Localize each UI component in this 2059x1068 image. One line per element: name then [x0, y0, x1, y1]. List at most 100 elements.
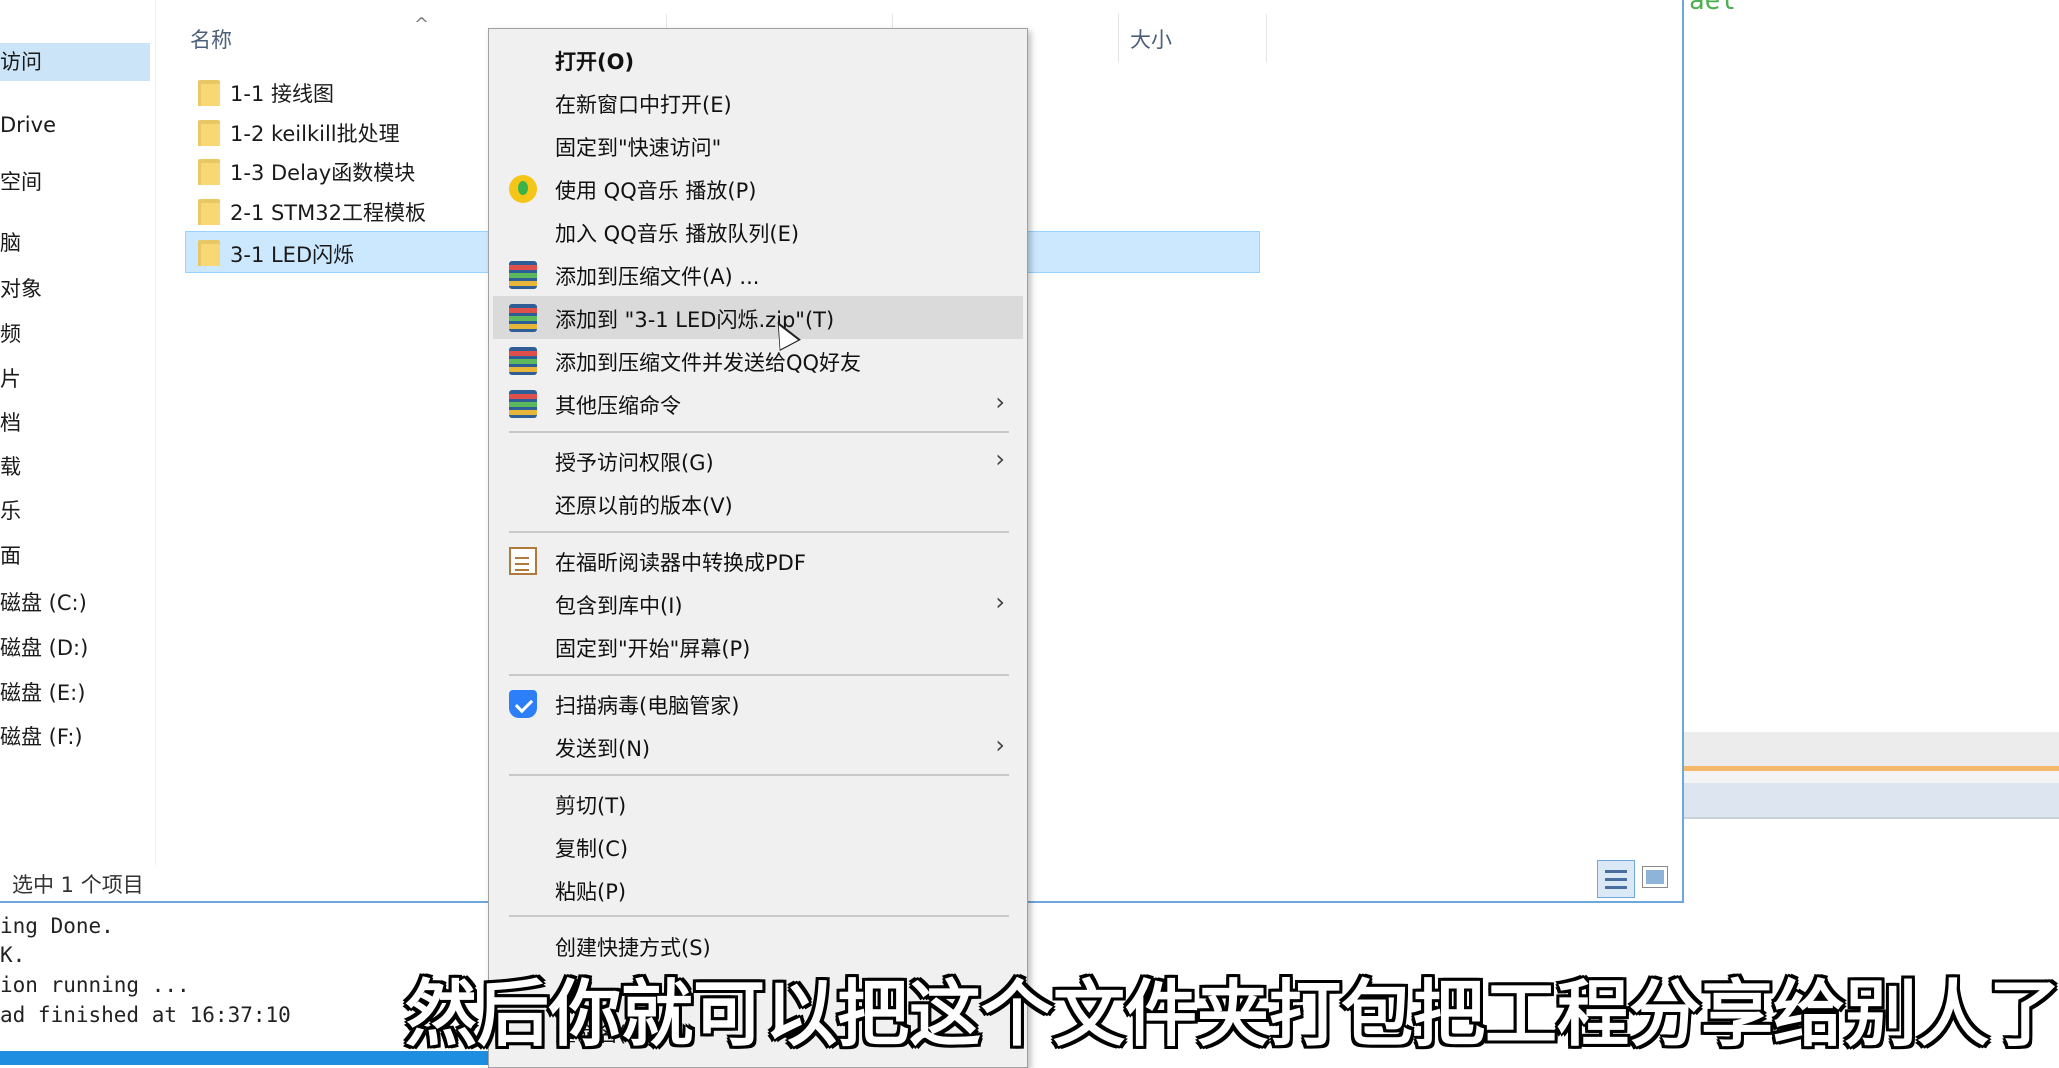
- nav-item-label: 档: [0, 411, 21, 435]
- menu-item-label: 在福昕阅读器中转换成PDF: [555, 551, 806, 575]
- menu-item-label: 加入 QQ音乐 播放队列(E): [555, 222, 800, 246]
- nav-item-quick-access[interactable]: 访问: [0, 43, 150, 81]
- nav-item-label: Drive: [0, 113, 56, 137]
- nav-item-drive-e[interactable]: 磁盘 (E:): [0, 674, 150, 712]
- column-separator[interactable]: [1266, 14, 1267, 62]
- chevron-right-icon: ›: [995, 588, 1005, 616]
- menu-item-send-to[interactable]: 发送到(N) ›: [493, 725, 1023, 768]
- context-menu: 打开(O) 在新窗口中打开(E) 固定到"快速访问" 使用 QQ音乐 播放(P)…: [488, 28, 1028, 1068]
- menu-item-label: 复制(C): [555, 837, 629, 861]
- file-name: 1-3 Delay函数模块: [230, 161, 416, 185]
- menu-item-archive-send-qq[interactable]: 添加到压缩文件并发送给QQ好友: [493, 339, 1023, 382]
- console-line: ing Done.: [0, 914, 114, 938]
- menu-item-give-access[interactable]: 授予访问权限(G) ›: [493, 439, 1023, 482]
- editor-panel-band-2: [1683, 771, 2059, 783]
- menu-item-scan-virus[interactable]: 扫描病毒(电脑管家): [493, 682, 1023, 725]
- winrar-icon: [509, 390, 537, 418]
- menu-item-label: 扫描病毒(电脑管家): [555, 694, 740, 718]
- file-name: 3-1 LED闪烁: [230, 243, 355, 267]
- nav-item-label: 磁盘 (F:): [0, 725, 83, 749]
- menu-item-cut[interactable]: 剪切(T): [493, 782, 1023, 825]
- nav-item-label: 磁盘 (E:): [0, 681, 86, 705]
- folder-icon: [198, 199, 220, 225]
- menu-item-pin-quick-access[interactable]: 固定到"快速访问": [493, 124, 1023, 167]
- menu-item-add-to-zip[interactable]: 添加到 "3-1 LED闪烁.zip"(T): [493, 296, 1023, 339]
- column-header-size[interactable]: 大小: [1130, 24, 1172, 54]
- nav-item-videos[interactable]: 频: [0, 315, 150, 353]
- menu-item-pin-start[interactable]: 固定到"开始"屏幕(P): [493, 625, 1023, 668]
- menu-separator: [509, 531, 1009, 533]
- menu-item-convert-pdf[interactable]: 在福昕阅读器中转换成PDF: [493, 539, 1023, 582]
- sort-ascending-icon: ^: [414, 14, 430, 35]
- nav-item-label: 载: [0, 455, 21, 479]
- nav-item-space[interactable]: 空间: [0, 163, 150, 201]
- nav-item-documents[interactable]: 档: [0, 404, 150, 442]
- nav-item-onedrive[interactable]: Drive: [0, 106, 150, 144]
- code-fragment: ael: [1689, 0, 1736, 16]
- menu-separator: [509, 915, 1009, 917]
- menu-item-label: 粘贴(P): [555, 880, 627, 904]
- menu-item-open[interactable]: 打开(O): [493, 38, 1023, 81]
- menu-item-label: 剪切(T): [555, 794, 627, 818]
- nav-item-pictures[interactable]: 片: [0, 360, 150, 398]
- menu-item-other-compress-commands[interactable]: 其他压缩命令 ›: [493, 382, 1023, 425]
- menu-separator: [509, 431, 1009, 433]
- file-name: 1-2 keilkill批处理: [230, 122, 400, 146]
- menu-item-label: 发送到(N): [555, 737, 651, 761]
- nav-item-this-pc[interactable]: 脑: [0, 224, 150, 262]
- folder-icon: [198, 240, 220, 266]
- menu-item-include-in-library[interactable]: 包含到库中(I) ›: [493, 582, 1023, 625]
- column-separator[interactable]: [1118, 14, 1119, 62]
- menu-item-restore-versions[interactable]: 还原以前的版本(V): [493, 482, 1023, 525]
- details-view-button[interactable]: [1597, 860, 1635, 898]
- menu-item-qq-music-play[interactable]: 使用 QQ音乐 播放(P): [493, 167, 1023, 210]
- foxit-pdf-icon: [509, 547, 537, 575]
- console-line: ad finished at 16:37:10: [0, 1003, 291, 1027]
- console-line: K.: [0, 943, 26, 967]
- winrar-icon: [509, 347, 537, 375]
- menu-item-label: 固定到"开始"屏幕(P): [555, 637, 751, 661]
- chevron-right-icon: ›: [995, 731, 1005, 759]
- nav-item-desktop[interactable]: 面: [0, 537, 150, 575]
- nav-item-label: 频: [0, 322, 21, 346]
- winrar-icon: [509, 261, 537, 289]
- menu-item-label: 在新窗口中打开(E): [555, 93, 732, 117]
- nav-item-label: 脑: [0, 231, 21, 255]
- nav-item-music[interactable]: 乐: [0, 492, 150, 530]
- folder-icon: [198, 159, 220, 185]
- menu-item-label: 添加到压缩文件(A) ...: [555, 265, 760, 289]
- nav-item-drive-d[interactable]: 磁盘 (D:): [0, 629, 150, 667]
- video-subtitle: 然后你就可以把这个文件夹打包把工程分享给别人了: [405, 972, 2059, 1056]
- menu-item-qq-music-queue[interactable]: 加入 QQ音乐 播放队列(E): [493, 210, 1023, 253]
- menu-item-label: 添加到压缩文件并发送给QQ好友: [555, 351, 862, 375]
- menu-item-open-new-window[interactable]: 在新窗口中打开(E): [493, 81, 1023, 124]
- nav-item-label: 磁盘 (D:): [0, 636, 89, 660]
- column-header-name[interactable]: 名称: [190, 24, 232, 54]
- nav-item-label: 磁盘 (C:): [0, 591, 87, 615]
- nav-item-drive-f[interactable]: 磁盘 (F:): [0, 718, 150, 756]
- menu-item-add-to-archive[interactable]: 添加到压缩文件(A) ...: [493, 253, 1023, 296]
- nav-item-downloads[interactable]: 载: [0, 448, 150, 486]
- editor-divider: [1683, 817, 2059, 819]
- nav-item-label: 乐: [0, 499, 21, 523]
- nav-item-label: 片: [0, 367, 21, 391]
- large-icons-view-button[interactable]: [1642, 866, 1668, 888]
- menu-separator: [509, 674, 1009, 676]
- winrar-icon: [509, 304, 537, 332]
- menu-item-label: 使用 QQ音乐 播放(P): [555, 179, 757, 203]
- menu-item-label: 包含到库中(I): [555, 594, 683, 618]
- chevron-right-icon: ›: [995, 445, 1005, 473]
- nav-item-3d-objects[interactable]: 对象: [0, 270, 150, 308]
- console-line: ion running ...: [0, 973, 190, 997]
- shield-icon: [509, 690, 537, 718]
- menu-item-label: 其他压缩命令: [555, 394, 681, 418]
- menu-item-label: 固定到"快速访问": [555, 136, 722, 160]
- menu-item-paste[interactable]: 粘贴(P): [493, 868, 1023, 911]
- nav-item-drive-c[interactable]: 磁盘 (C:): [0, 584, 150, 622]
- menu-item-label: 打开(O): [555, 50, 635, 74]
- menu-item-copy[interactable]: 复制(C): [493, 825, 1023, 868]
- selection-status: 选中 1 个项目: [12, 873, 144, 897]
- folder-icon: [198, 80, 220, 106]
- nav-item-label: 空间: [0, 170, 42, 194]
- folder-icon: [198, 120, 220, 146]
